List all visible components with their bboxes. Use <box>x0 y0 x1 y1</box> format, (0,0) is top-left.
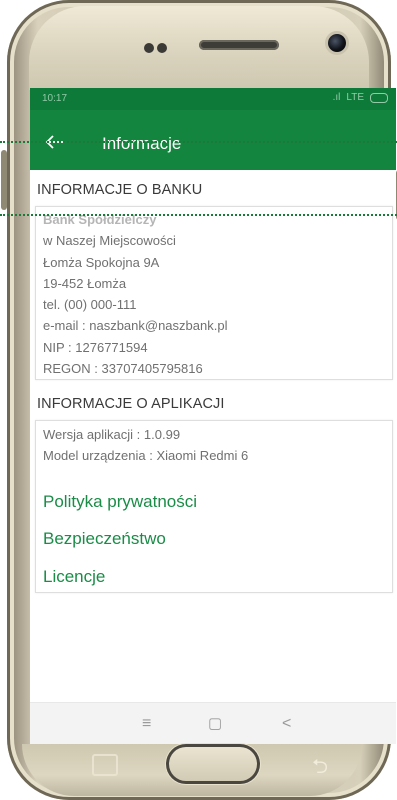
recents-key-icon[interactable] <box>92 754 118 776</box>
app-bar: Informacje <box>30 110 396 170</box>
app-section-title: INFORMACJE O APLIKACJI <box>37 396 225 412</box>
volume-button <box>1 150 7 210</box>
status-indicators: .ıl LTE <box>333 92 388 103</box>
bank-address-line: Łomża Spokojna 9A <box>43 254 160 270</box>
android-nav-bar: ≡ ▢ < <box>30 702 396 744</box>
hardware-home-button[interactable] <box>166 744 260 784</box>
bank-nip-line: NIP : 1276771594 <box>43 339 148 355</box>
back-key-icon[interactable]: ⮌ <box>312 752 328 786</box>
home-icon[interactable]: ▢ <box>208 715 222 733</box>
bottom-bezel: ⮌ <box>22 744 362 796</box>
status-bar: 10:17 .ıl LTE <box>30 88 396 110</box>
page-title: Informacje <box>102 134 182 153</box>
menu-icon[interactable]: ≡ <box>142 715 151 733</box>
bank-info-card: Bank Spółdzielczy w Naszej Miejscowości … <box>35 206 393 380</box>
battery-icon <box>370 92 388 103</box>
signal-icon: .ıl <box>332 92 341 103</box>
sensor-dots <box>144 40 170 58</box>
top-bezel <box>29 6 369 90</box>
guide-line-bank-name <box>0 214 397 216</box>
content-area: INFORMACJE O BANKU Bank Spółdzielczy w N… <box>30 170 396 702</box>
bank-name: Bank Spółdzielczy <box>43 212 157 227</box>
bank-regon-line: REGON : 33707405795816 <box>43 361 203 377</box>
guide-line-appbar <box>0 141 397 143</box>
back-nav-icon[interactable]: < <box>282 715 291 733</box>
earpiece-speaker <box>199 40 279 50</box>
bank-section-title: INFORMACJE O BANKU <box>37 182 203 198</box>
licenses-link[interactable]: Licencje <box>43 567 105 587</box>
bank-email-line: e-mail : naszbank@naszbank.pl <box>43 318 228 334</box>
bank-postal-line: 19-452 Łomża <box>43 275 127 291</box>
front-camera-icon <box>328 34 346 52</box>
privacy-policy-link[interactable]: Polityka prywatności <box>43 492 197 512</box>
phone-screen: 10:17 .ıl LTE Informacje INFORMACJE O BA… <box>30 88 396 744</box>
bank-phone-line: tel. (00) 000-111 <box>43 297 137 313</box>
security-link[interactable]: Bezpieczeństwo <box>43 529 166 549</box>
device-model: Model urządzenia : Xiaomi Redmi 6 <box>43 448 249 464</box>
network-type: LTE <box>346 92 364 103</box>
status-time: 10:17 <box>42 93 68 104</box>
app-version: Wersja aplikacji : 1.0.99 <box>43 427 181 442</box>
bank-info-line: w Naszej Miejscowości <box>43 233 176 249</box>
